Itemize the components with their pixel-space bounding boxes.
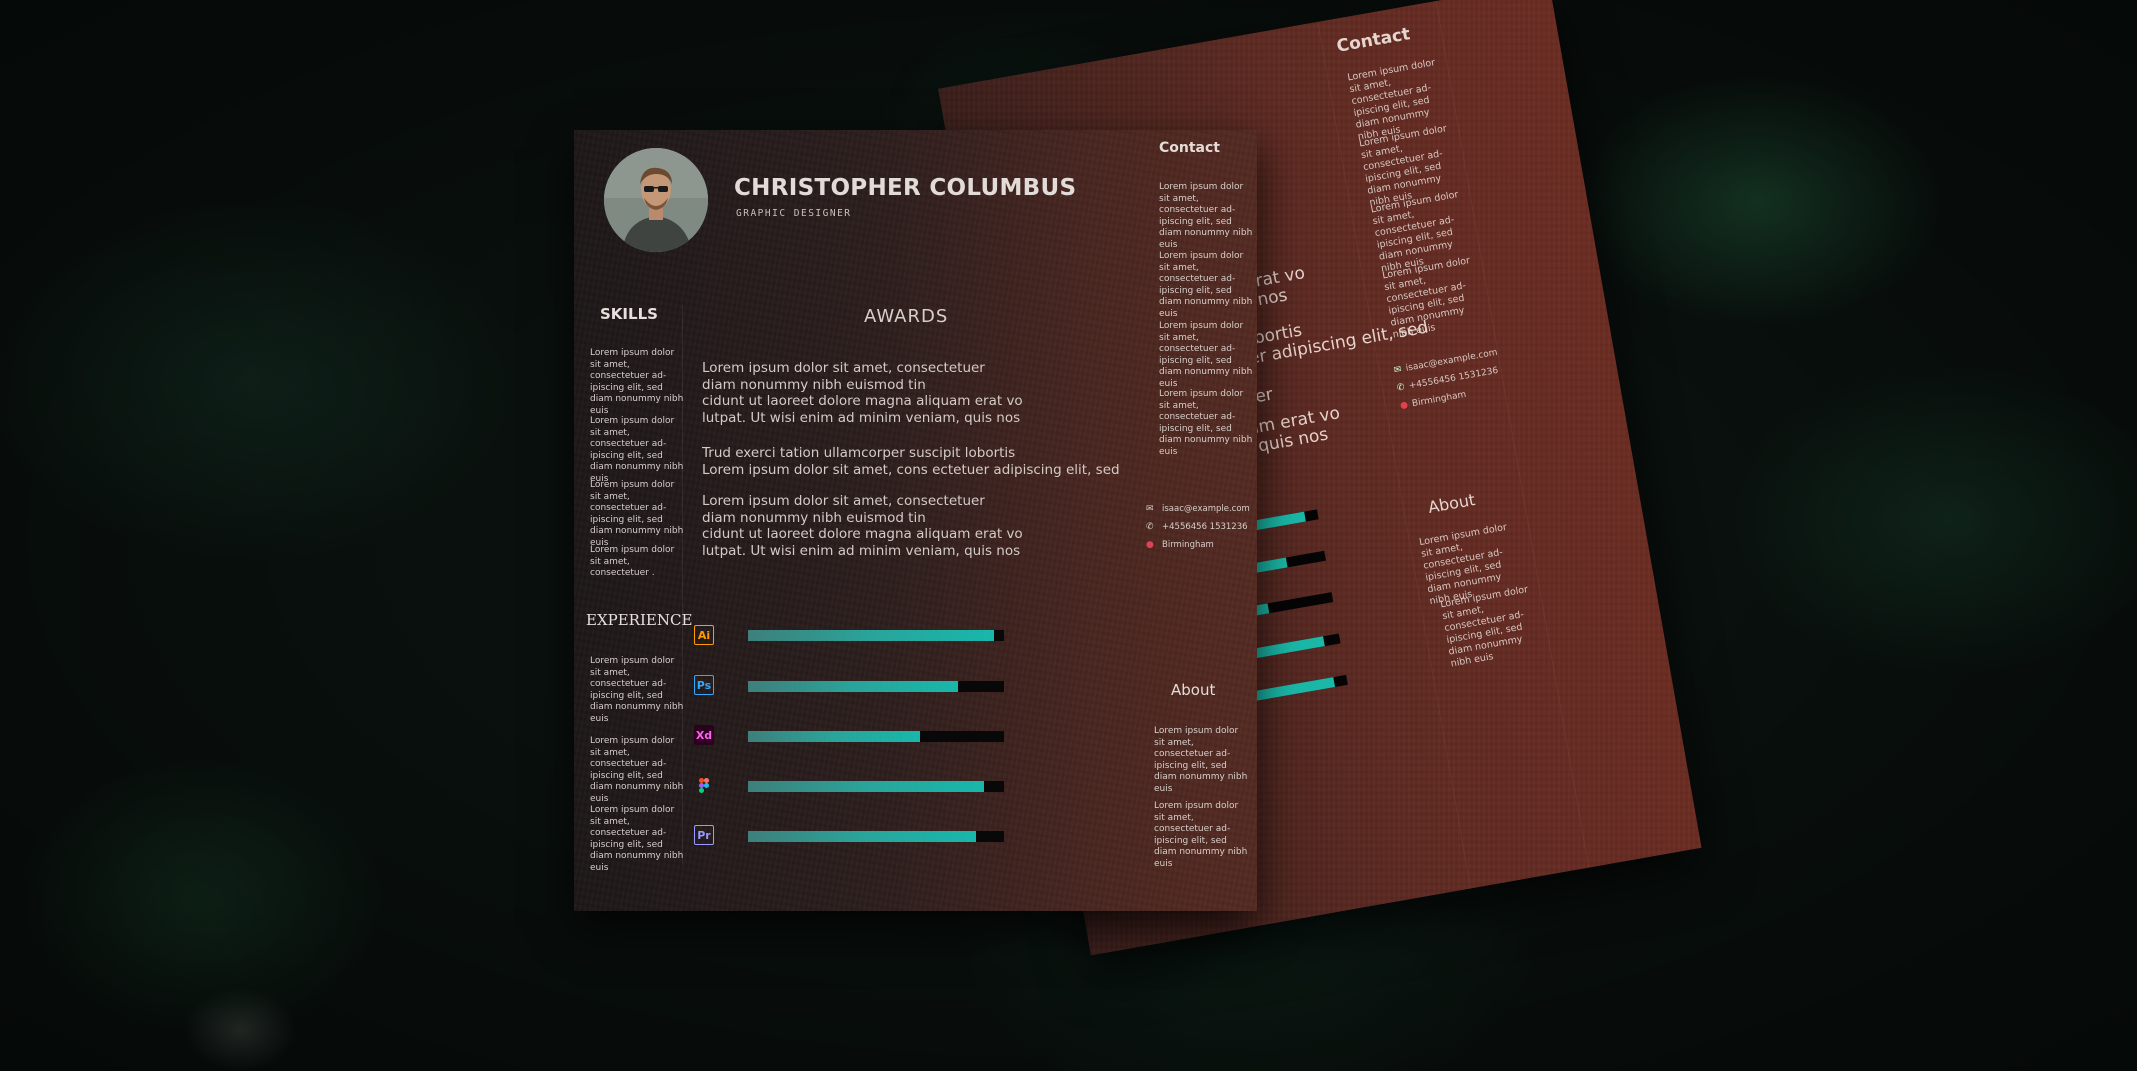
- skills-item: Lorem ipsum dolor sit amet, consectetuer…: [590, 545, 675, 578]
- experience-heading: EXPERIENCE: [586, 611, 693, 629]
- skills-item: Lorem ipsum dolor sit amet, consectetuer…: [590, 480, 684, 548]
- mail-icon: ✉: [1146, 504, 1154, 514]
- skill-bar-fill: [748, 731, 920, 742]
- skills-item: Lorem ipsum dolor sit amet, consectetuer…: [590, 348, 684, 416]
- contact-item: Lorem ipsum dolor sit amet, consectetuer…: [1159, 321, 1253, 389]
- skill-bar-fill: [748, 681, 958, 692]
- location-line: ● Birmingham: [1146, 540, 1214, 550]
- awards-heading: AWARDS: [864, 306, 949, 327]
- phone-line: ✆ +4556456 1531236: [1146, 522, 1248, 532]
- figma-skill-bar: [748, 781, 1004, 792]
- contact-heading: Contact: [1159, 140, 1220, 156]
- skill-bar-fill: [748, 831, 976, 842]
- figma-icon: [694, 775, 714, 795]
- xd-icon: Xd: [694, 725, 714, 745]
- awards-paragraph: Lorem ipsum dolor sit amet, consectetuer…: [702, 360, 1023, 426]
- awards-paragraph: Lorem ipsum dolor sit amet, consectetuer…: [702, 493, 1023, 559]
- profile-photo: [604, 148, 708, 252]
- awards-paragraph: Trud exerci tation ullamcorper suscipit …: [702, 445, 1120, 478]
- about-heading: About: [1171, 681, 1216, 699]
- contact-item: Lorem ipsum dolor sit amet, consectetuer…: [1159, 251, 1253, 319]
- experience-item: Lorem ipsum dolor sit amet, consectetuer…: [590, 656, 684, 724]
- experience-item: Lorem ipsum dolor sit amet, consectetuer…: [590, 805, 684, 873]
- contact-item: Lorem ipsum dolor sit amet, consectetuer…: [1159, 389, 1253, 457]
- illustrator-skill-bar: [748, 630, 1004, 641]
- contact-item: Lorem ipsum dolor sit amet, consectetuer…: [1159, 182, 1253, 250]
- skill-bar-fill: [748, 781, 984, 792]
- person-name: CHRISTOPHER COLUMBUS: [734, 175, 1077, 201]
- premiere-icon: Pr: [694, 825, 714, 845]
- about-item: Lorem ipsum dolor sit amet, consectetuer…: [1154, 801, 1248, 869]
- front-resume-page: CHRISTOPHER COLUMBUS GRAPHIC DESIGNER SK…: [574, 130, 1257, 911]
- email-line: ✉ isaac@example.com: [1146, 504, 1250, 514]
- illustrator-icon: Ai: [694, 625, 714, 645]
- experience-item: Lorem ipsum dolor sit amet, consectetuer…: [590, 736, 684, 804]
- about-item: Lorem ipsum dolor sit amet, consectetuer…: [1154, 726, 1248, 794]
- photoshop-skill-bar: [748, 681, 1004, 692]
- phone-icon: ✆: [1146, 522, 1154, 532]
- skills-heading: SKILLS: [600, 305, 658, 323]
- location-pin-icon: ●: [1146, 540, 1154, 550]
- skill-bar-fill: [748, 630, 994, 641]
- xd-skill-bar: [748, 731, 1004, 742]
- job-title: GRAPHIC DESIGNER: [736, 208, 852, 219]
- premiere-skill-bar: [748, 831, 1004, 842]
- photoshop-icon: Ps: [694, 675, 714, 695]
- skills-item: Lorem ipsum dolor sit amet, consectetuer…: [590, 416, 684, 484]
